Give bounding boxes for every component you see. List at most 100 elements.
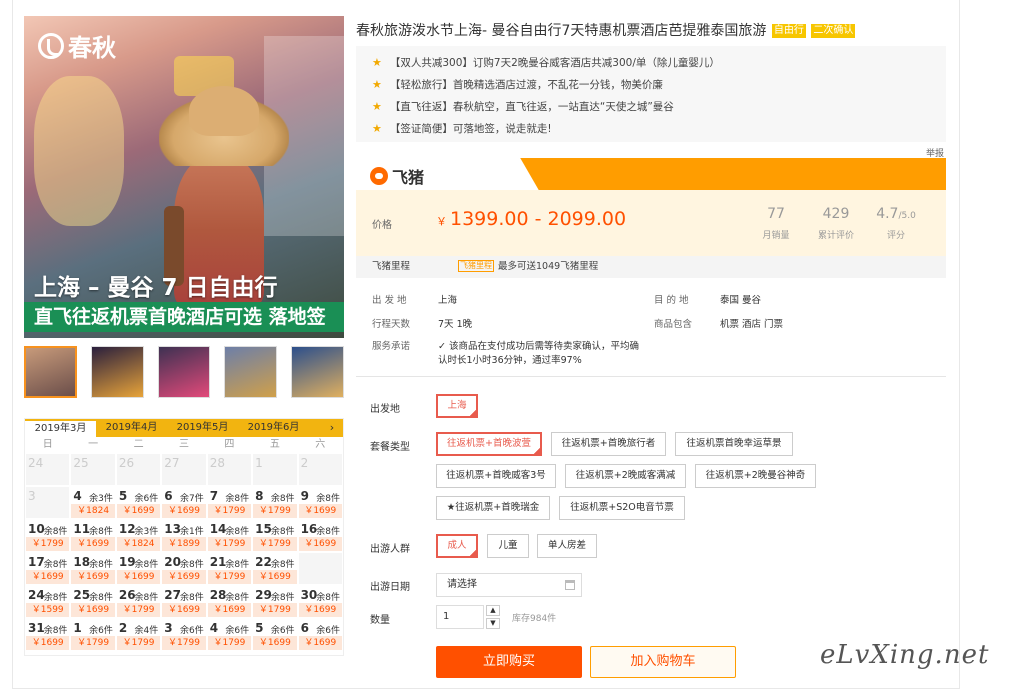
package-option[interactable]: 往返机票+首晚旅行者: [551, 432, 666, 456]
thumbnail-5[interactable]: [291, 346, 344, 398]
calendar-day[interactable]: 15 余8件 ￥1799: [252, 519, 298, 552]
people-option-child[interactable]: 儿童: [487, 534, 529, 558]
package-option[interactable]: 往返机票+首晚波萱: [436, 432, 542, 456]
package-option[interactable]: ★往返机票+首晚瑞金: [436, 496, 550, 520]
quantity-input[interactable]: 1: [436, 605, 484, 629]
people-option-adult[interactable]: 成人: [436, 534, 478, 558]
promo-item: ★ 【轻松旅行】首晚精选酒店过渡，不乱花一分钱，物美价廉: [372, 77, 663, 91]
from-label: 出发地: [370, 404, 400, 415]
calendar-day[interactable]: 25 余8件 ￥1699: [70, 585, 116, 618]
day-number: 27: [164, 456, 180, 470]
calendar-day[interactable]: 21 余8件 ￥1799: [206, 552, 253, 585]
day-stock: 余6件: [134, 494, 159, 504]
calendar-day[interactable]: 1 余6件 ￥1799: [70, 618, 116, 651]
calendar-day[interactable]: 4 余3件 ￥1824: [70, 486, 116, 519]
day-stock: 余8件: [270, 527, 295, 537]
weekday-label: 一: [88, 439, 99, 450]
quantity-decrease-button[interactable]: ▼: [486, 618, 500, 629]
month-tab[interactable]: 2019年4月: [96, 419, 167, 437]
package-option[interactable]: 往返机票+首晚威客3号: [436, 464, 556, 488]
calendar-day[interactable]: 13 余1件 ￥1899: [161, 519, 207, 552]
calendar-day[interactable]: 26 余8件 ￥1799: [115, 585, 162, 618]
month-tab[interactable]: 2019年5月: [167, 419, 238, 437]
service-info: 服务承诺 ✓ 该商品在支付成功后需等待卖家确认，平均确 认时长1小时36分钟，通过…: [372, 341, 639, 366]
day-stock: 余8件: [270, 494, 295, 504]
calendar-month-tabs: 2019年3月 2019年4月 2019年5月 2019年6月 ›: [25, 419, 343, 437]
day-stock: 余8件: [43, 527, 68, 537]
thumbnail-2[interactable]: [90, 346, 144, 398]
calendar-weekday-header: 日 一 二 三 四 五 六: [25, 437, 343, 453]
calendar-day[interactable]: 14 余8件 ￥1799: [206, 519, 253, 552]
day-price: ￥1699: [71, 570, 115, 584]
day-number: 19: [118, 555, 136, 569]
calendar-day: 3: [25, 486, 71, 519]
calendar-day[interactable]: 24 余8件 ￥1599: [25, 585, 71, 618]
calendar-day[interactable]: 31 余8件 ￥1699: [25, 618, 71, 651]
calendar-day[interactable]: 2 余4件 ￥1799: [115, 618, 162, 651]
quantity-increase-button[interactable]: ▲: [486, 605, 500, 616]
calendar-day[interactable]: 18 余8件 ￥1699: [70, 552, 116, 585]
product-main-image: 春秋 上海 – 曼谷 7 日自由行 直飞往返机票首晚酒店可选 落地签: [24, 16, 344, 338]
day-number: 1: [73, 621, 82, 635]
calendar-day[interactable]: 6 余6件 ￥1699: [297, 618, 343, 651]
day-stock: 余8件: [179, 593, 204, 603]
calendar-day[interactable]: 17 余8件 ￥1699: [25, 552, 71, 585]
day-number: 6: [164, 489, 173, 503]
calendar-day[interactable]: 6 余7件 ￥1699: [161, 486, 207, 519]
calendar-day-grid: 24 25 26 27 28 1 2 3 4 余3件 ￥1824 5 余6件 ￥1699 6 余7件 ￥1699…: [25, 453, 343, 651]
buy-now-button[interactable]: 立即购买: [436, 646, 582, 678]
calendar-day[interactable]: 29 余8件 ￥1799: [252, 585, 298, 618]
thumbnail-4[interactable]: [224, 346, 278, 398]
thumbnail-3[interactable]: [157, 346, 211, 398]
star-icon: ★: [372, 99, 382, 113]
calendar-day[interactable]: 8 余8件 ￥1799: [252, 486, 298, 519]
calendar-day[interactable]: 20 余8件 ￥1699: [161, 552, 207, 585]
travel-date-input[interactable]: 请选择: [436, 573, 582, 597]
next-month-icon[interactable]: ›: [325, 419, 339, 437]
day-number: 10: [28, 522, 45, 536]
destination-info: 目 的 地泰国 曼谷: [654, 295, 762, 306]
package-option[interactable]: 往返机票+S2O电音节票: [559, 496, 685, 520]
day-stock: 余8件: [225, 494, 250, 504]
calendar-day[interactable]: 4 余6件 ￥1799: [206, 618, 253, 651]
calendar-day[interactable]: 19 余8件 ￥1699: [115, 552, 162, 585]
review-count[interactable]: 429 累计评价: [806, 206, 866, 241]
duration-info: 行程天数 7天 1晚: [372, 319, 473, 330]
calendar-day[interactable]: 22 余8件 ￥1699: [252, 552, 298, 585]
day-stock: 余3件: [134, 527, 159, 537]
calendar-day[interactable]: 7 余8件 ￥1799: [206, 486, 253, 519]
day-number: 24: [28, 588, 45, 602]
day-number: 17: [28, 555, 45, 569]
calendar-day[interactable]: 30 余8件 ￥1699: [297, 585, 343, 618]
thumbnail-1[interactable]: [24, 346, 77, 398]
calendar-day[interactable]: 5 余6件 ￥1699: [115, 486, 162, 519]
day-number: 12: [118, 522, 136, 536]
calendar-day[interactable]: 16 余8件 ￥1699: [297, 519, 343, 552]
month-tab[interactable]: 2019年6月: [238, 419, 309, 437]
departure-info: 出 发 地上海: [372, 295, 458, 306]
add-to-cart-button[interactable]: 加入购物车: [590, 646, 736, 678]
calendar-day[interactable]: 27 余8件 ￥1699: [161, 585, 207, 618]
people-option-single-room[interactable]: 单人房差: [537, 534, 597, 558]
brand-logo-text: 春秋: [68, 34, 116, 62]
check-circle-icon: ✓: [438, 341, 449, 352]
calendar-day[interactable]: 9 余8件 ￥1699: [297, 486, 343, 519]
package-option[interactable]: 往返机票+2晚威客满减: [565, 464, 686, 488]
package-option[interactable]: 往返机票+2晚曼谷神奇: [695, 464, 816, 488]
day-number: 5: [118, 489, 128, 503]
calendar-day[interactable]: 5 余6件 ￥1699: [252, 618, 298, 651]
product-title: 春秋旅游泼水节上海- 曼谷自由行7天特惠机票酒店芭提雅泰国旅游 自由行 二次确认: [356, 20, 856, 40]
tag-second-confirm: 二次确认: [811, 24, 856, 38]
day-stock: 余8件: [134, 560, 159, 570]
package-option[interactable]: 往返机票首晚幸运草景: [675, 432, 793, 456]
calendar-day[interactable]: 12 余3件 ￥1824: [115, 519, 162, 552]
day-number: 2: [118, 621, 128, 635]
day-stock: 余7件: [179, 494, 204, 504]
calendar-day[interactable]: 3 余6件 ￥1799: [161, 618, 207, 651]
calendar-day[interactable]: 10 余8件 ￥1799: [25, 519, 71, 552]
from-option-shanghai[interactable]: 上海: [436, 394, 478, 418]
calendar-day[interactable]: 28 余8件 ￥1699: [206, 585, 253, 618]
calendar-day[interactable]: 11 余8件 ￥1699: [70, 519, 116, 552]
month-tab[interactable]: 2019年3月: [25, 421, 96, 437]
day-stock: 余3件: [89, 494, 113, 504]
